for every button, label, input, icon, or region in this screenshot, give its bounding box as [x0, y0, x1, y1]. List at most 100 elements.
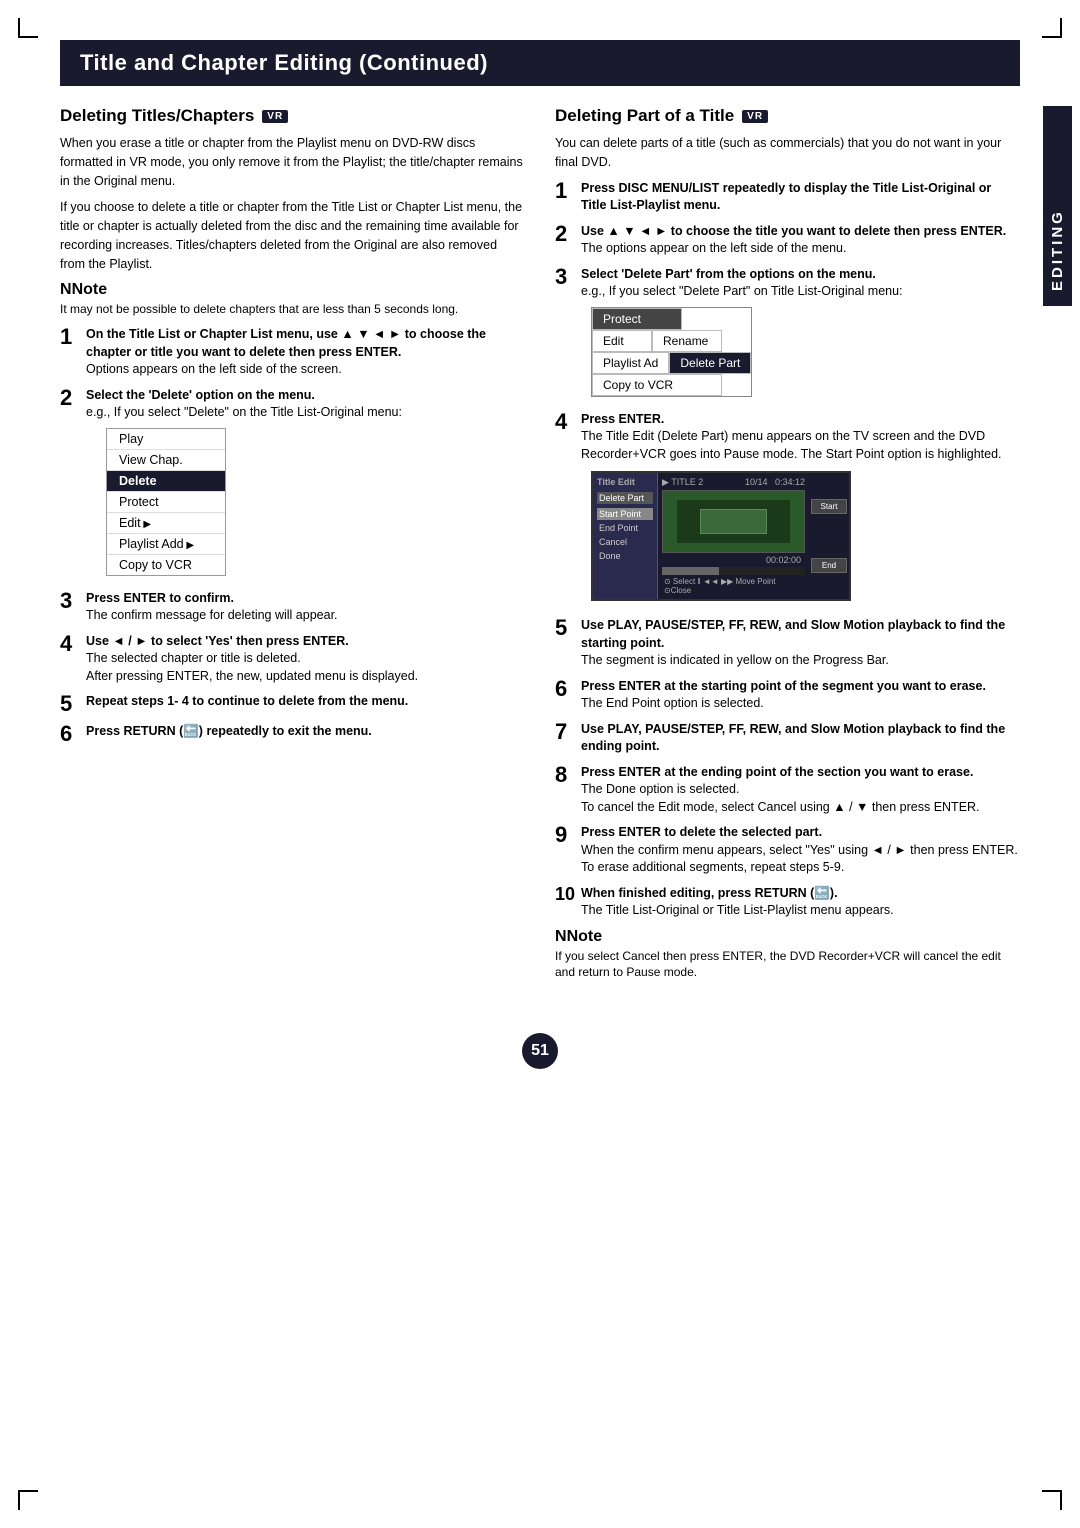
right-step9-body1: When the confirm menu appears, select "Y… — [581, 842, 1020, 860]
right-menu-protect: Protect — [592, 308, 682, 330]
right-step1-bold: Press DISC MENU/LIST repeatedly to displ… — [581, 180, 1020, 215]
right-menu-playlistad: Playlist Ad — [592, 352, 669, 374]
right-step10-bold: When finished editing, press RETURN (🔙). — [581, 885, 1020, 903]
ss-done: Done — [597, 550, 653, 562]
right-step8-bold: Press ENTER at the ending point of the s… — [581, 764, 1020, 782]
left-step3-bold: Press ENTER to confirm. — [86, 590, 525, 608]
ss-video-inner — [677, 500, 790, 543]
menu-item-viewchap: View Chap. — [107, 450, 225, 471]
left-step3-body: The confirm message for deleting will ap… — [86, 607, 525, 625]
right-step-7: 7 Use PLAY, PAUSE/STEP, FF, REW, and Slo… — [555, 721, 1020, 756]
right-menu-row-4: Copy to VCR — [592, 374, 751, 396]
left-step-5: 5 Repeat steps 1- 4 to continue to delet… — [60, 693, 525, 715]
right-step6-body: The End Point option is selected. — [581, 695, 1020, 713]
ss-end-point: End Point — [597, 522, 653, 534]
right-step-2: 2 Use ▲ ▼ ◄ ► to choose the title you wa… — [555, 223, 1020, 258]
left-step4-bold: Use ◄ / ► to select 'Yes' then press ENT… — [86, 633, 525, 651]
right-menu-edit: Edit — [592, 330, 652, 352]
right-step8-body: The Done option is selected. — [581, 781, 1020, 799]
menu-item-edit: Edit — [107, 513, 225, 534]
right-step3-body: e.g., If you select "Delete Part" on Tit… — [581, 283, 1020, 301]
right-step6-bold: Press ENTER at the starting point of the… — [581, 678, 1020, 696]
left-column: Deleting Titles/Chapters VR When you era… — [60, 106, 525, 989]
left-note-title: NNote — [60, 281, 525, 299]
menu-item-delete: Delete — [107, 471, 225, 492]
main-title: Title and Chapter Editing (Continued) — [60, 40, 1020, 86]
right-menu-rename: Rename — [652, 330, 722, 352]
editing-sidebar: EDITING — [1043, 106, 1072, 306]
left-step4-body2: After pressing ENTER, the new, updated m… — [86, 668, 525, 686]
menu-item-protect: Protect — [107, 492, 225, 513]
left-note: NNote It may not be possible to delete c… — [60, 281, 525, 318]
right-menu-deletepart: Delete Part — [669, 352, 751, 374]
vr-badge-right: VR — [742, 110, 768, 123]
right-section-heading: Deleting Part of a Title VR — [555, 106, 1020, 126]
screenshot-sidebar: Title Edit Delete Part Start Point End P… — [593, 473, 658, 599]
menu-item-copytovr: Copy to VCR — [107, 555, 225, 575]
ss-time-display: 00:02:00 — [662, 555, 805, 565]
left-step-3: 3 Press ENTER to confirm. The confirm me… — [60, 590, 525, 625]
right-step7-bold: Use PLAY, PAUSE/STEP, FF, REW, and Slow … — [581, 721, 1020, 756]
left-step-2: 2 Select the 'Delete' option on the menu… — [60, 387, 525, 582]
right-step4-bold: Press ENTER. — [581, 411, 1020, 429]
right-step5-body: The segment is indicated in yellow on th… — [581, 652, 1020, 670]
right-step2-bold: Use ▲ ▼ ◄ ► to choose the title you want… — [581, 223, 1020, 241]
corner-mark-br — [1042, 1490, 1062, 1510]
right-step-10: 10 When finished editing, press RETURN (… — [555, 885, 1020, 920]
right-menu-row-3: Playlist Ad Delete Part — [592, 352, 751, 374]
right-step9-bold: Press ENTER to delete the selected part. — [581, 824, 1020, 842]
right-menu-copytovr: Copy to VCR — [592, 374, 722, 396]
left-step1-body: Options appears on the left side of the … — [86, 361, 525, 379]
right-step-3: 3 Select 'Delete Part' from the options … — [555, 266, 1020, 403]
page-number: 51 — [522, 1033, 558, 1069]
right-step-8: 8 Press ENTER at the ending point of the… — [555, 764, 1020, 817]
right-menu-table: Protect Edit Rename Playlist Ad Delete P… — [591, 307, 752, 397]
left-intro-text2: If you choose to delete a title or chapt… — [60, 198, 525, 273]
ss-video-content — [700, 509, 768, 535]
ss-footer: ⊙ Select ‖ ◄◄ ▶▶ Move Point ⊙Close — [662, 577, 805, 595]
left-step-4: 4 Use ◄ / ► to select 'Yes' then press E… — [60, 633, 525, 686]
ss-counters: 10/14 0:34:12 — [745, 477, 805, 488]
left-step4-body1: The selected chapter or title is deleted… — [86, 650, 525, 668]
ss-title-label: ▶ TITLE 2 — [662, 477, 703, 488]
right-step10-body: The Title List-Original or Title List-Pl… — [581, 902, 1020, 920]
ss-progress-bar — [662, 567, 805, 575]
right-step3-bold: Select 'Delete Part' from the options on… — [581, 266, 1020, 284]
right-menu-row-2: Edit Rename — [592, 330, 751, 352]
right-step8-body2: To cancel the Edit mode, select Cancel u… — [581, 799, 1020, 817]
right-menu-row-1: Protect — [592, 308, 751, 330]
right-step2-body: The options appear on the left side of t… — [581, 240, 1020, 258]
vr-badge-left: VR — [262, 110, 288, 123]
right-column: EDITING Deleting Part of a Title VR You … — [555, 106, 1020, 989]
right-note: NNote If you select Cancel then press EN… — [555, 928, 1020, 982]
left-step-1: 1 On the Title List or Chapter List menu… — [60, 326, 525, 379]
menu-item-playlistadd: Playlist Add — [107, 534, 225, 555]
left-step-6: 6 Press RETURN (🔙) repeatedly to exit th… — [60, 723, 525, 745]
ss-progress-fill — [662, 567, 719, 575]
right-step4-body: The Title Edit (Delete Part) menu appear… — [581, 428, 1020, 463]
ss-header: ▶ TITLE 2 10/14 0:34:12 — [662, 477, 805, 488]
ss-end-btn: End — [811, 558, 847, 573]
left-menu-box: Play View Chap. Delete Protect Edit Play… — [106, 428, 226, 576]
right-step5-bold: Use PLAY, PAUSE/STEP, FF, REW, and Slow … — [581, 617, 1020, 652]
corner-mark-bl — [18, 1490, 38, 1510]
left-step1-bold: On the Title List or Chapter List menu, … — [86, 326, 525, 361]
left-step5-bold: Repeat steps 1- 4 to continue to delete … — [86, 693, 525, 711]
ss-start-btn: Start — [811, 499, 847, 514]
right-step-9: 9 Press ENTER to delete the selected par… — [555, 824, 1020, 877]
ss-start-point: Start Point — [597, 508, 653, 520]
right-step-5: 5 Use PLAY, PAUSE/STEP, FF, REW, and Slo… — [555, 617, 1020, 670]
right-note-title: NNote — [555, 928, 1020, 946]
menu-item-play: Play — [107, 429, 225, 450]
right-intro-text: You can delete parts of a title (such as… — [555, 134, 1020, 172]
left-step6-bold: Press RETURN (🔙) repeatedly to exit the … — [86, 723, 525, 741]
right-step9-body2: To erase additional segments, repeat ste… — [581, 859, 1020, 877]
ss-cancel: Cancel — [597, 536, 653, 548]
left-intro-text1: When you erase a title or chapter from t… — [60, 134, 525, 190]
right-note-text: If you select Cancel then press ENTER, t… — [555, 948, 1020, 982]
screenshot-thumbnail: Title Edit Delete Part Start Point End P… — [591, 471, 851, 601]
left-step2-body: e.g., If you select "Delete" on the Titl… — [86, 404, 525, 422]
right-step-4: 4 Press ENTER. The Title Edit (Delete Pa… — [555, 411, 1020, 610]
ss-title-edit: Title Edit — [597, 477, 653, 487]
screenshot-main-area: ▶ TITLE 2 10/14 0:34:12 00:02:00 — [658, 473, 809, 599]
